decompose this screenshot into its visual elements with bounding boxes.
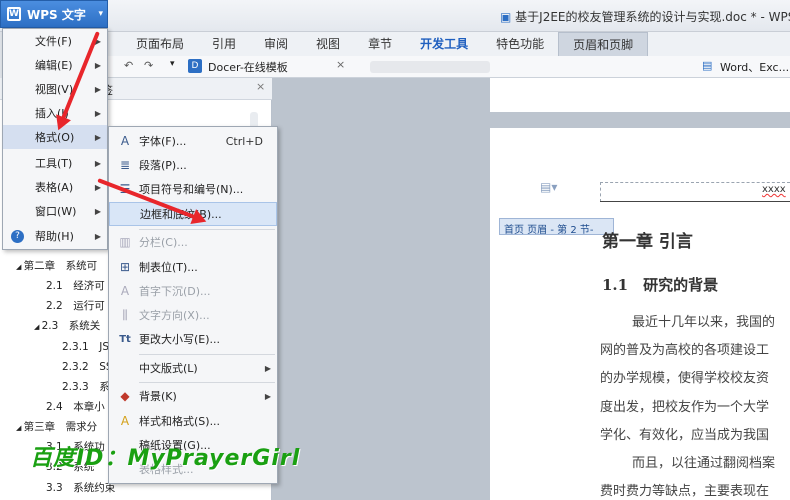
menu-separator [139,354,275,355]
nav-item-2-3[interactable]: ◢ 2.3 系统关 [34,318,100,333]
wps-menu-button[interactable]: W WPS 文字 ▾ [0,0,108,28]
menu-background[interactable]: ◆ 背景(K) ▶ [109,384,277,408]
menu-item-table[interactable]: 表格(A) ▶ [3,175,107,199]
tab-references[interactable]: 引用 [198,32,250,56]
chevron-right-icon: ▶ [94,60,101,70]
close-icon[interactable]: × [256,80,265,93]
close-tab-icon[interactable]: × [336,58,345,71]
nav-item-2-2[interactable]: 2.2 运行可 [46,298,105,313]
columns-icon: ▥ [119,235,131,249]
menu-chinese-layout[interactable]: 中文版式(L) ▶ [109,356,277,380]
nav-item-chapter-2[interactable]: ◢ 第二章 系统可 [16,258,97,273]
menu-separator [139,382,275,383]
menu-item-help[interactable]: ? 帮助(H) ▶ [3,224,107,248]
docer-icon: D [188,59,202,73]
dropdown-icon[interactable]: ▾ [170,59,175,69]
nav-item-2-3-1[interactable]: 2.3.1 JS [62,339,109,354]
nav-item-chapter-3[interactable]: ◢ 第三章 需求分 [16,419,97,434]
nav-item-2-3-3[interactable]: 2.3.3 系 [62,379,110,394]
font-shortcut: Ctrl+D [225,134,263,148]
redo-icon[interactable]: ↷ [144,59,153,72]
chevron-right-icon: ▶ [94,231,101,241]
header-rule [600,201,790,215]
ribbon-tabs: 页面布局 引用 审阅 视图 章节 开发工具 特色功能 页眉和页脚 [108,32,790,56]
chevron-right-icon: ▶ [94,84,101,94]
page-icon[interactable]: ▤▾ [540,180,557,194]
chevron-right-icon: ▶ [94,158,101,168]
chevron-down-icon: ▾ [98,9,103,19]
tab-developer[interactable]: 开发工具 [406,32,482,56]
tab-page-layout[interactable]: 页面布局 [122,32,198,56]
chevron-right-icon: ▶ [94,182,101,192]
nav-item-3-3[interactable]: 3.3 系统约束 [46,480,115,495]
section-heading: 1.1 研究的背景 [602,276,719,294]
tab-special[interactable]: 特色功能 [482,32,558,56]
styles-icon: A [120,414,130,428]
chevron-right-icon: ▶ [94,108,101,118]
body-line: 网的普及为高校的各项建设工 [600,343,770,358]
tab-section[interactable]: 章节 [354,32,406,56]
body-line: 而且，以往通过翻阅档案 [632,456,776,471]
menu-item-tools[interactable]: 工具(T) ▶ [3,151,107,175]
doc-icon: ▣ [500,10,516,24]
tab-stop-icon: ⊞ [119,260,131,274]
menu-tabs[interactable]: ⊞ 制表位(T)... [109,255,277,279]
nav-item-2-3-2[interactable]: 2.3.2 SS [62,359,113,374]
tab-header-footer[interactable]: 页眉和页脚 [558,32,649,56]
menu-columns: ▥ 分栏(C)... [109,230,277,254]
menu-change-case[interactable]: Tt 更改大小写(E)... [109,327,277,351]
menu-font[interactable]: A 字体(F)... Ctrl+D [109,129,277,153]
help-icon: ? [11,229,24,243]
menu-text-direction: ⫼ 文字方向(X)... [109,303,277,327]
word-doc-icon: ▤ [702,59,713,72]
body-line: 学化、有效化，应当成为我国 [600,428,770,443]
header-text: xxxx [762,184,786,195]
blurred-tab [370,61,490,73]
chevron-right-icon: ▶ [94,206,101,216]
chevron-right-icon: ▶ [264,391,271,401]
menu-item-edit[interactable]: 编辑(E) ▶ [3,53,107,77]
drop-cap-icon: A [120,284,130,298]
font-icon: A [120,134,130,148]
doc-title-text: 基于J2EE的校友管理系统的设计与实现.doc * - WPS [515,10,790,24]
wps-main-menu: 文件(F) ▶ 编辑(E) ▶ 视图(V) ▶ 插入(I) ▶ 格式(O) ▶ 工具(T)… [2,28,108,250]
chapter-heading: 第一章 引言 [602,232,693,252]
format-submenu: A字体(F)...Ctrl+D ≣段落(P)... ☰项目符号和编号(N)...… [108,126,278,484]
tab-review[interactable]: 审阅 [250,32,302,56]
page-1-bottom [490,78,790,112]
border-icon [118,206,134,222]
background-icon: ◆ [120,389,130,403]
watermark: 百度ID：MyPrayerGirl [30,446,301,471]
tab-view[interactable]: 视图 [302,32,354,56]
wps-button-label: WPS 文字 [27,7,86,22]
quick-access-bar: ↶ ↷ ▾ D Docer-在线模板 × ▤ Word、Exc... [108,56,790,78]
body-line: 最近十几年以来，我国的 [632,315,776,330]
body-line: 的办学规模，使得学校校友资 [600,371,770,386]
wps-logo-icon: W [7,7,21,21]
paragraph-icon: ≣ [119,158,131,172]
text-direction-icon: ⫼ [122,307,128,322]
menu-bullets-numbering[interactable]: ☰项目符号和编号(N)... [109,177,277,201]
menu-paragraph[interactable]: ≣ 段落(P)... [109,153,277,177]
chevron-right-icon: ▶ [94,132,101,142]
body-line: 费时费力等缺点，主要表现在 [600,484,770,499]
menu-styles-formatting[interactable]: A 样式和格式(S)... [109,409,277,433]
body-line: 度出发，把校友作为一个大学 [600,400,770,415]
document-title: ▣ 基于J2EE的校友管理系统的设计与实现.doc * - WPS [500,8,790,25]
word-excel-tab[interactable]: Word、Exc... [720,59,789,75]
nav-item-2-4[interactable]: 2.4 本章小 [46,399,105,414]
docer-tab[interactable]: Docer-在线模板 [208,59,288,75]
chinese-layout-icon [117,360,133,376]
change-case-icon: Tt [119,333,131,345]
menu-item-window[interactable]: 窗口(W) ▶ [3,199,107,223]
chevron-right-icon: ▶ [264,363,271,373]
menu-drop-cap: A 首字下沉(D)... [109,279,277,303]
undo-icon[interactable]: ↶ [124,59,133,72]
nav-item-2-1[interactable]: 2.1 经济可 [46,278,105,293]
header-tag: 首页 页眉 - 第 2 节- [499,218,614,236]
menu-item-view[interactable]: 视图(V) ▶ [3,77,107,101]
